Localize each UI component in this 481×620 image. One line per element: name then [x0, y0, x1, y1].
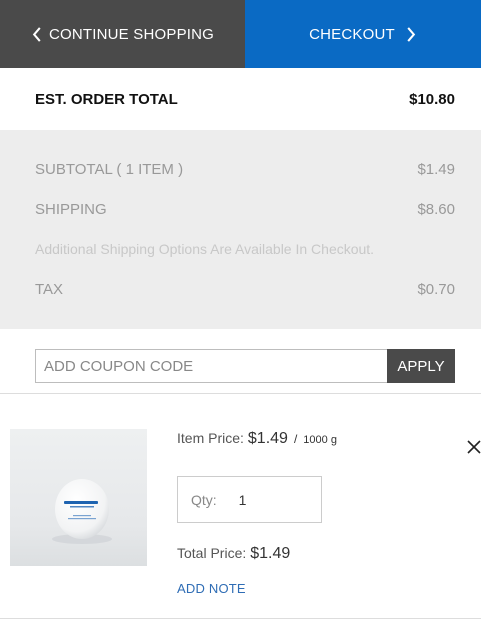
shipping-row: SHIPPING $8.60 — [35, 201, 455, 218]
quantity-field: Qty: — [177, 476, 322, 523]
product-image — [10, 429, 147, 566]
close-icon[interactable] — [466, 439, 481, 455]
coupon-form: APPLY — [35, 349, 455, 383]
divider — [0, 618, 481, 619]
order-total-label: EST. ORDER TOTAL — [35, 90, 178, 108]
quantity-input[interactable] — [238, 491, 289, 508]
top-nav: CONTINUE SHOPPING CHECKOUT — [0, 0, 481, 68]
shipping-note: Additional Shipping Options Are Availabl… — [35, 241, 375, 257]
total-price: Total Price: $1.49 — [177, 545, 290, 563]
continue-shopping-label: CONTINUE SHOPPING — [48, 25, 215, 43]
subtotal-row: SUBTOTAL ( 1 ITEM ) $1.49 — [35, 161, 455, 178]
chevron-left-icon — [31, 26, 43, 42]
subtotal-label: SUBTOTAL ( 1 ITEM ) — [35, 161, 184, 178]
chevron-right-icon — [405, 26, 417, 42]
tax-row: TAX $0.70 — [35, 281, 455, 298]
apply-coupon-button[interactable]: APPLY — [387, 349, 455, 383]
tax-label: TAX — [35, 281, 64, 298]
add-note-link[interactable]: ADD NOTE — [177, 581, 246, 596]
item-price: Item Price: $1.49 / 1000 g — [177, 430, 337, 448]
qty-label: Qty: — [191, 491, 217, 508]
order-summary-panel: SUBTOTAL ( 1 ITEM ) $1.49 SHIPPING $8.60… — [0, 130, 481, 329]
order-total-row: EST. ORDER TOTAL $10.80 — [0, 68, 481, 130]
continue-shopping-button[interactable]: CONTINUE SHOPPING — [0, 0, 245, 68]
item-unit: 1000 g — [303, 434, 337, 446]
total-price-label: Total Price: — [177, 545, 247, 561]
shipping-value: $8.60 — [417, 201, 455, 218]
item-price-label: Item Price: — [177, 430, 244, 446]
checkout-button[interactable]: CHECKOUT — [245, 0, 481, 68]
tax-value: $0.70 — [417, 281, 455, 298]
shipping-label: SHIPPING — [35, 201, 107, 218]
item-price-value: $1.49 — [247, 430, 288, 447]
total-price-value: $1.49 — [250, 545, 291, 562]
divider — [0, 393, 481, 394]
subtotal-value: $1.49 — [417, 161, 455, 178]
checkout-label: CHECKOUT — [309, 25, 395, 43]
item-price-separator: / — [293, 432, 298, 446]
coupon-code-input[interactable] — [35, 349, 387, 383]
order-total-value: $10.80 — [409, 90, 455, 108]
